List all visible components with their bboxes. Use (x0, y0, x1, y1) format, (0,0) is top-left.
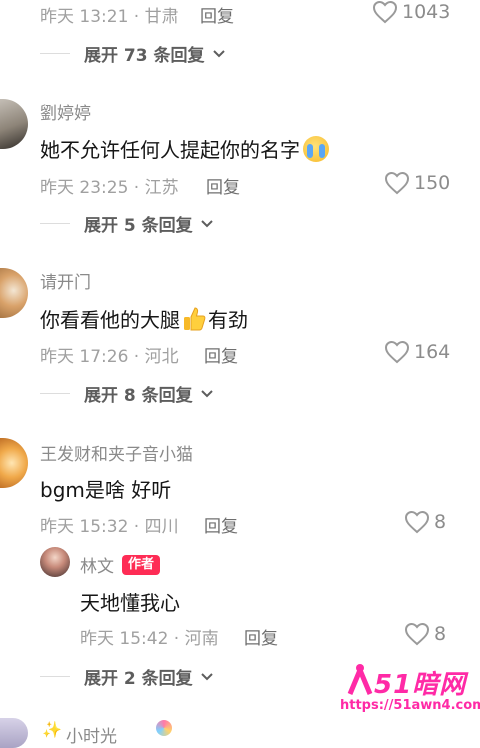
expand-replies-label: 展开 8 条回复 (84, 386, 193, 406)
like-count: 8 (434, 511, 447, 533)
comment-4-expand-replies[interactable]: 展开 2 条回复 (40, 664, 213, 689)
like-count: 150 (414, 172, 451, 194)
comment-4-reply-button[interactable]: 回复 (204, 512, 238, 537)
avatar[interactable] (0, 718, 28, 748)
comment-2-expand-replies[interactable]: 展开 5 条回复 (40, 211, 213, 236)
expand-replies-label: 展开 5 条回复 (84, 216, 193, 236)
comment-4-username[interactable]: 王发财和夹子音小猫 (40, 440, 193, 465)
comment-3-text-before: 你看看他的大腿 (40, 308, 180, 332)
comment-1-expand-replies[interactable]: 展开 73 条回复 (40, 41, 225, 66)
expand-replies-label: 展开 73 条回复 (84, 46, 205, 66)
watermark-logo: 51暗网 https://51awn4.com (340, 660, 480, 720)
reply-time-location: 昨天 15:42 · 河南 (80, 629, 219, 649)
like-count: 164 (414, 341, 451, 363)
comment-3-content: 你看看他的大腿 有劲 (40, 304, 248, 333)
comment-2-text: 她不允许任何人提起你的名字 (40, 138, 300, 162)
like-count: 8 (434, 623, 447, 645)
comment-1-time-location: 昨天 13:21 · 甘肃 (40, 7, 179, 27)
author-badge: 作者 (122, 554, 161, 575)
divider-line (40, 393, 70, 394)
comment-2-content: 她不允许任何人提起你的名字 (40, 134, 329, 163)
avatar[interactable] (0, 268, 28, 318)
reply-reply-button[interactable]: 回复 (244, 624, 278, 649)
avatar[interactable] (40, 547, 70, 577)
chevron-down-icon (200, 389, 213, 397)
comment-1-reply-button[interactable]: 回复 (200, 2, 234, 27)
reply-username[interactable]: 林文 (80, 552, 114, 577)
divider-line (40, 53, 70, 54)
reply-like-button[interactable]: 8 (404, 622, 446, 646)
divider-line (40, 223, 70, 224)
heart-icon (404, 622, 430, 646)
heart-icon (372, 0, 398, 24)
watermark-url: https://51awn4.com (340, 698, 480, 713)
thumbs-up-icon (184, 307, 206, 331)
comment-1-like-button[interactable]: 1043 (372, 0, 450, 24)
comment-3-username[interactable]: 请开门 (40, 268, 91, 293)
comment-2-like-button[interactable]: 150 (384, 171, 450, 195)
comment-2-reply-button[interactable]: 回复 (206, 173, 240, 198)
comment-3-time-location: 昨天 17:26 · 河北 (40, 347, 179, 367)
comment-3-reply-button[interactable]: 回复 (204, 342, 238, 367)
heart-icon (384, 340, 410, 364)
comment-3-text-after: 有劲 (208, 308, 248, 332)
avatar[interactable] (0, 438, 28, 488)
watermark-logo-text: 51暗网 (374, 670, 467, 700)
heart-icon (404, 510, 430, 534)
reply-author-row: 林文 作者 (80, 552, 161, 577)
heart-icon (384, 171, 410, 195)
crying-face-icon (303, 136, 329, 162)
comment-3-expand-replies[interactable]: 展开 8 条回复 (40, 381, 213, 406)
avatar[interactable] (0, 99, 28, 149)
chevron-down-icon (212, 49, 225, 57)
comment-4-like-button[interactable]: 8 (404, 510, 446, 534)
reply-content: 天地懂我心 (80, 591, 180, 615)
chevron-down-icon (200, 219, 213, 227)
comment-5-username[interactable]: 小时光 (66, 722, 117, 747)
like-count: 1043 (402, 1, 451, 23)
comment-2-time-location: 昨天 23:25 · 江苏 (40, 178, 179, 198)
chevron-down-icon (200, 672, 213, 680)
comment-4-content: bgm是啥 好听 (40, 478, 172, 502)
comment-4-time-location: 昨天 15:32 · 四川 (40, 517, 179, 537)
expand-replies-label: 展开 2 条回复 (84, 669, 193, 689)
divider-line (40, 676, 70, 677)
sparkle-icon: ✨ (42, 720, 62, 739)
comment-3-like-button[interactable]: 164 (384, 340, 450, 364)
comment-2-username[interactable]: 劉婷婷 (40, 99, 91, 124)
